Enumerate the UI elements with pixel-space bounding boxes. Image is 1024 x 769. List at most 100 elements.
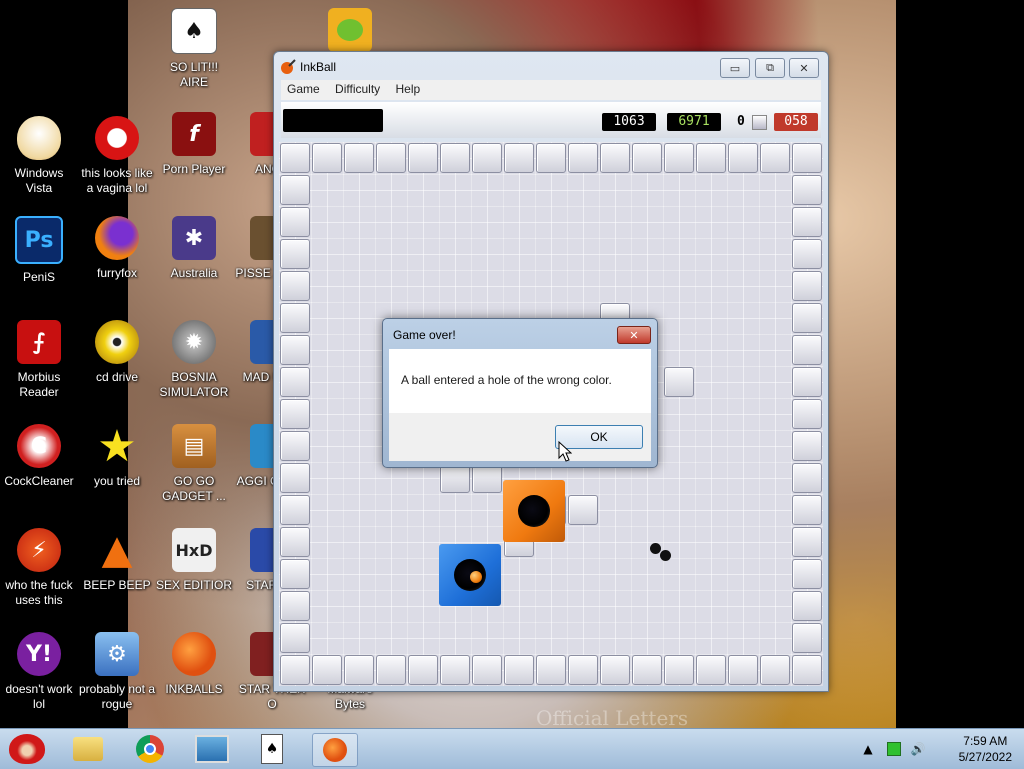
desktop-icon-morbius-reader[interactable]: ⨍ Morbius Reader (0, 320, 78, 400)
briefcase-icon: ▤ (172, 424, 216, 468)
wall-tile (280, 431, 310, 461)
firefox-icon (95, 216, 139, 260)
dialog-title: Game over! (393, 328, 456, 342)
wall-tile (344, 143, 374, 173)
wall-tile (568, 143, 598, 173)
wall-tile (472, 655, 502, 685)
menu-difficulty[interactable]: Difficulty (329, 80, 386, 98)
solitaire-card-icon: ♠ (171, 8, 217, 54)
taskbar-inkball[interactable] (312, 733, 358, 767)
wall-tile (600, 655, 630, 685)
inkball-icon (172, 632, 216, 676)
clock-date: 5/27/2022 (958, 750, 1012, 764)
wall-tile (792, 367, 822, 397)
ball-counter-icon (752, 115, 767, 130)
wall-tile (792, 303, 822, 333)
network-status-icon[interactable] (886, 741, 902, 757)
desktop: Official Letters Windows Vista Ps PeniS … (0, 0, 1024, 728)
desktop-icon-beep-beep[interactable]: ▲ BEEP BEEP (78, 527, 156, 593)
flash-icon: f (172, 112, 216, 156)
wall-tile (728, 143, 758, 173)
balls-remaining: 0 (737, 114, 745, 129)
start-button[interactable] (4, 733, 50, 765)
wall-tile (792, 239, 822, 269)
taskbar-photo-viewer[interactable] (190, 733, 234, 765)
wall-tile (440, 655, 470, 685)
wall-tile (792, 143, 822, 173)
desktop-icon-probably-not-a-rogue[interactable]: ⚙ probably not a rogue (78, 632, 156, 712)
desktop-icon-windows-vista[interactable]: Windows Vista (0, 116, 78, 196)
wall-tile (792, 207, 822, 237)
taskbar-solitaire[interactable]: ♠ (250, 733, 294, 765)
wall-tile (408, 143, 438, 173)
desktop-icon-you-tried[interactable]: ★ you tried (78, 420, 156, 489)
dialog-body: A ball entered a hole of the wrong color… (389, 349, 651, 413)
desktop-icon-so-lit-aire[interactable]: ♠ SO LIT!!! AIRE (155, 8, 233, 90)
close-button[interactable]: ✕ (789, 58, 819, 78)
menu-game[interactable]: Game (281, 80, 326, 98)
menu-help[interactable]: Help (390, 80, 427, 98)
wall-tile (376, 143, 406, 173)
wall-tile (280, 591, 310, 621)
blue-hole (439, 544, 501, 606)
wall-tile (760, 143, 790, 173)
spiked-mine-icon: ✹ (172, 320, 216, 364)
wall-tile (408, 655, 438, 685)
wall-tile (792, 527, 822, 557)
wall-tile (792, 591, 822, 621)
close-icon: ✕ (799, 61, 809, 75)
desktop-icon-cd-drive[interactable]: cd drive (78, 320, 156, 385)
yahoo-messenger-icon: Y! (17, 632, 61, 676)
wall-tile (376, 655, 406, 685)
time-display: 058 (774, 113, 818, 131)
minimize-button[interactable]: ▭ (720, 58, 750, 78)
desktop-icon-furryfox[interactable]: furryfox (78, 216, 156, 281)
desktop-icon-bosnia-simulator[interactable]: ✹ BOSNIA SIMULATOR (155, 320, 233, 400)
speaker-icon[interactable]: 🔊 (910, 741, 926, 757)
desktop-icon-porn-player[interactable]: f Porn Player (155, 112, 233, 177)
system-clock[interactable]: 7:59 AM 5/27/2022 (959, 733, 1012, 765)
restore-icon: ⧉ (766, 61, 774, 74)
minimize-icon: ▭ (729, 61, 741, 75)
desktop-icon-sex-editior[interactable]: HxD SEX EDITIOR (155, 528, 233, 593)
wall-tile (280, 271, 310, 301)
wall-tile (280, 207, 310, 237)
menu-bar: Game Difficulty Help (281, 80, 821, 100)
wall-tile (664, 655, 694, 685)
wall-tile (280, 463, 310, 493)
desktop-icon-inkballs[interactable]: INKBALLS (155, 632, 233, 697)
desktop-icon-australia[interactable]: ✱ Australia (155, 216, 233, 281)
wall-tile (280, 527, 310, 557)
dialog-message: A ball entered a hole of the wrong color… (401, 373, 612, 387)
wall-tile (792, 463, 822, 493)
taskbar-explorer[interactable] (66, 733, 110, 765)
desktop-icon-go-go-gadget[interactable]: ▤ GO GO GADGET ... (155, 424, 233, 504)
taskbar-chrome[interactable] (128, 733, 172, 765)
vlc-cone-icon: ▲ (101, 527, 133, 573)
desktop-icon-doesnt-work-lol[interactable]: Y! doesn't work lol (0, 632, 78, 712)
dialog-close-button[interactable]: ✕ (617, 326, 651, 344)
show-hidden-icons-chevron[interactable]: ▲ (860, 741, 876, 757)
wall-tile (280, 399, 310, 429)
wall-tile (792, 271, 822, 301)
clock-time: 7:59 AM (963, 734, 1008, 748)
hole-pit (518, 495, 550, 527)
inkball-icon (323, 738, 347, 762)
wall-tile (760, 655, 790, 685)
lightning-icon: ⚡ (17, 528, 61, 572)
wall-tile (696, 655, 726, 685)
desktop-icon-penis[interactable]: Ps PeniS (0, 216, 78, 285)
egg-icon (17, 116, 61, 160)
wall-tile (664, 367, 694, 397)
wall-tile (280, 335, 310, 365)
star-icon: ★ (97, 420, 137, 472)
wall-tile (280, 239, 310, 269)
wall-tile (696, 143, 726, 173)
desktop-icon-cockcleaner[interactable]: C CockCleaner (0, 424, 78, 489)
desktop-icon-opera[interactable]: this looks like a vagina lol (78, 116, 156, 196)
wall-tile (536, 143, 566, 173)
wall-tile (792, 335, 822, 365)
maximize-button[interactable]: ⧉ (755, 58, 785, 78)
wall-tile (568, 495, 598, 525)
desktop-icon-who-the-fuck-uses-this[interactable]: ⚡ who the fuck uses this (0, 528, 78, 608)
